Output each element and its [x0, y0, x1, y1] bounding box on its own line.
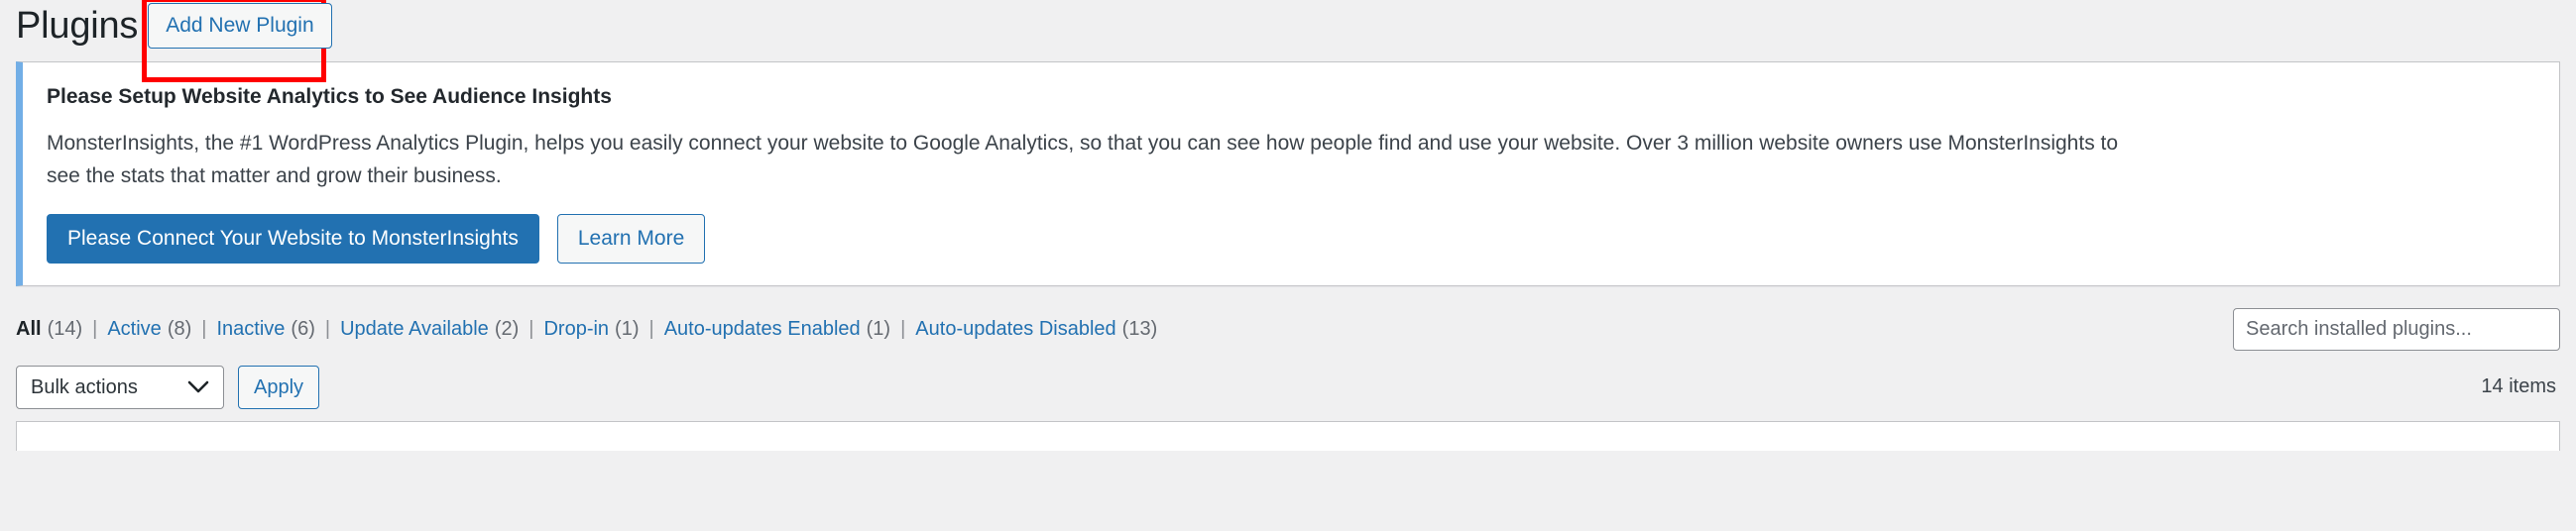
add-new-plugin-button[interactable]: Add New Plugin [148, 3, 332, 49]
plugin-status-filters: All (14) | Active (8) | Inactive (6) | U… [16, 318, 1157, 341]
filter-count-inactive: (6) [291, 318, 315, 341]
filter-link-auto-updates-disabled[interactable]: Auto-updates Disabled [915, 318, 1115, 341]
filter-count-all: (14) [47, 318, 83, 341]
filter-count-update-available: (2) [494, 318, 520, 341]
search-input[interactable] [2233, 308, 2560, 352]
monsterinsights-notice: Please Setup Website Analytics to See Au… [16, 61, 2560, 286]
page-title: Plugins [16, 5, 139, 48]
filter-link-all[interactable]: All [16, 318, 42, 341]
filter-separator: | [92, 318, 98, 341]
filter-item-auto-updates-enabled: Auto-updates Enabled (1) | [664, 318, 916, 341]
filter-separator: | [648, 318, 654, 341]
filter-item-inactive: Inactive (6) | [216, 318, 340, 341]
tablenav-top: Bulk actions Apply 14 items [16, 364, 2560, 411]
filter-link-active[interactable]: Active [107, 318, 161, 341]
filter-count-active: (8) [167, 318, 192, 341]
filter-item-update-available: Update Available (2) | [340, 318, 543, 341]
filter-count-auto-updates-enabled: (1) [866, 318, 891, 341]
bulk-actions-select[interactable]: Bulk actions [16, 365, 224, 409]
filter-link-update-available[interactable]: Update Available [340, 318, 489, 341]
displaying-num: 14 items [2481, 375, 2556, 398]
search-box [2233, 308, 2560, 352]
bulk-actions-select-wrapper: Bulk actions [16, 365, 224, 409]
filter-separator: | [528, 318, 534, 341]
apply-button[interactable]: Apply [238, 365, 320, 409]
notice-body-text: MonsterInsights, the #1 WordPress Analyt… [47, 132, 2119, 187]
filter-item-drop-in: Drop-in (1) | [543, 318, 663, 341]
page-header: Plugins Add New Plugin [0, 0, 2576, 83]
filter-separator: | [900, 318, 906, 341]
filter-and-search-row: All (14) | Active (8) | Inactive (6) | U… [16, 308, 2560, 352]
filter-link-auto-updates-enabled[interactable]: Auto-updates Enabled [664, 318, 861, 341]
notice-actions: Please Connect Your Website to MonsterIn… [47, 214, 2535, 264]
add-new-plugin-wrapper: Add New Plugin [142, 0, 337, 83]
bulk-actions-group: Bulk actions Apply [16, 365, 320, 409]
plugins-table-top-edge [16, 420, 2560, 451]
filter-item-all: All (14) | [16, 318, 107, 341]
filter-separator: | [324, 318, 331, 341]
filter-item-auto-updates-disabled: Auto-updates Disabled (13) [915, 318, 1157, 341]
filter-separator: | [201, 318, 207, 341]
connect-website-button[interactable]: Please Connect Your Website to MonsterIn… [47, 214, 539, 264]
filter-link-inactive[interactable]: Inactive [216, 318, 285, 341]
filter-item-active: Active (8) | [107, 318, 216, 341]
notice-title: Please Setup Website Analytics to See Au… [47, 85, 612, 108]
learn-more-button[interactable]: Learn More [556, 214, 706, 264]
filter-count-drop-in: (1) [615, 318, 640, 341]
filter-count-auto-updates-disabled: (13) [1121, 318, 1158, 341]
filter-link-drop-in[interactable]: Drop-in [543, 318, 609, 341]
